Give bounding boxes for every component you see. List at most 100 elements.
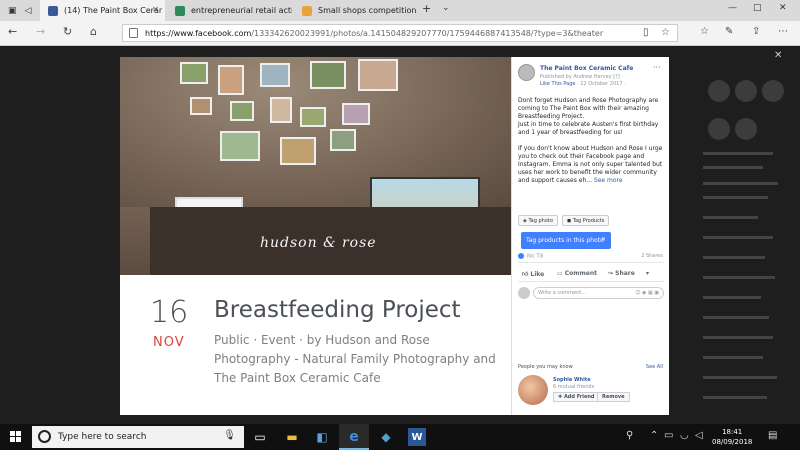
comment-button[interactable]: ▭ Comment <box>557 270 597 277</box>
post-panel: The Paint Box Ceramic Cafe Published by … <box>511 57 669 415</box>
page-avatar[interactable] <box>518 64 535 81</box>
post-options-icon[interactable]: ··· <box>653 63 661 72</box>
see-all-link[interactable]: See All <box>646 364 663 370</box>
tooltip-text: Tag products in this photo <box>526 237 604 244</box>
mutual-friends: 6 mutual friends <box>553 384 595 390</box>
clock-date: 08/09/2018 <box>712 438 753 446</box>
favorite-star-icon[interactable]: ☆ <box>661 27 670 38</box>
liker-name: Nic Till <box>527 253 544 260</box>
refresh-icon[interactable]: ↻ <box>63 25 72 38</box>
page-favicon-icon <box>302 5 312 16</box>
edge-icon[interactable]: e <box>345 428 363 446</box>
tab-small-shops[interactable]: Small shops competition - I <box>294 0 419 21</box>
file-explorer-icon[interactable]: ▬ <box>283 428 301 446</box>
url-field[interactable]: https://www.facebook.com/133342620023991… <box>122 24 678 42</box>
store-icon[interactable]: ◧ <box>313 428 331 446</box>
event-subtitle: Public · Event · by Hudson and Rose Phot… <box>214 333 496 385</box>
new-tab-icon[interactable]: + <box>422 2 431 15</box>
see-more-link[interactable]: See more <box>594 177 623 184</box>
like-button[interactable]: 👍︎ Like <box>522 270 544 278</box>
tab-entrepreneurial[interactable]: entrepreneurial retail activit <box>167 0 292 21</box>
event-day: 16 <box>150 295 189 330</box>
facebook-favicon-icon <box>48 5 58 16</box>
post-meta: Like This Page · 22 October 2017 · <box>540 81 626 87</box>
like-reaction-icon <box>518 253 524 259</box>
remove-button[interactable]: Remove <box>597 392 630 402</box>
tag-products-tooltip: Tag products in this photo ✕ <box>521 232 611 249</box>
microphone-icon[interactable]: 🎙︎ <box>223 430 236 441</box>
forward-icon[interactable]: → <box>36 25 45 38</box>
tab-bar: ▣ ◁ (14) The Paint Box Cerar ✕ entrepren… <box>0 0 800 21</box>
commenter-avatar <box>518 287 530 299</box>
tab-facebook[interactable]: (14) The Paint Box Cerar ✕ <box>40 0 165 21</box>
tab-label: entrepreneurial retail activit <box>191 6 292 15</box>
event-info: 16 NOV Breastfeeding Project Public · Ev… <box>120 275 511 415</box>
suggested-friend-name[interactable]: Sophie White <box>553 377 591 383</box>
word-icon[interactable]: W <box>408 428 426 446</box>
people-icon[interactable]: ⚲ <box>626 430 633 441</box>
minimize-icon[interactable]: — <box>728 3 737 13</box>
comment-placeholder: Write a comment... <box>538 290 586 296</box>
maximize-icon[interactable]: □ <box>753 3 762 13</box>
post-body: Dont forget Hudson and Rose Photography … <box>518 97 663 184</box>
tab-preview-icon[interactable]: ◁ <box>25 6 32 16</box>
event-title[interactable]: Breastfeeding Project <box>214 297 461 323</box>
tag-products-button[interactable]: ◼ Tag Products <box>562 215 610 226</box>
comment-attach-icons[interactable]: ☺ ◉ ▦ ▣ <box>635 290 659 296</box>
favorites-hub-icon[interactable]: ☆ <box>700 26 709 37</box>
task-view-icon[interactable]: ▭ <box>251 428 269 446</box>
tab-label: (14) The Paint Box Cerar <box>64 6 163 15</box>
post-text: Dont forget Hudson and Rose Photography … <box>518 97 664 185</box>
more-icon[interactable]: ⋯ <box>778 26 788 37</box>
add-friend-label: Add Friend <box>563 394 595 400</box>
cortana-icon[interactable] <box>38 430 51 443</box>
tag-products-label: Tag Products <box>572 217 605 224</box>
photo-viewer: hudson & rose 16 NOV Breastfeeding Proje… <box>120 57 669 415</box>
close-tab-icon[interactable]: ✕ <box>152 5 159 14</box>
home-icon[interactable]: ⌂ <box>90 25 97 38</box>
clock-time: 18:41 <box>722 428 743 436</box>
close-tooltip-icon[interactable]: ✕ <box>601 236 606 243</box>
shield-icon[interactable]: ◆ <box>377 428 395 446</box>
thumbs-up-icon: 👍︎ <box>522 271 529 278</box>
page-name[interactable]: The Paint Box Ceramic Cafe <box>540 65 633 72</box>
tab-set-aside-icon[interactable]: ▣ <box>8 6 17 16</box>
share-icon[interactable]: ⇪ <box>752 26 760 37</box>
bing-favicon-icon <box>175 5 185 16</box>
event-month: NOV <box>153 335 185 350</box>
tab-actions[interactable]: ▣ ◁ <box>0 0 36 21</box>
suggested-friend-avatar[interactable] <box>518 375 548 405</box>
address-bar-row: ← → ↻ ⌂ https://www.facebook.com/1333426… <box>0 21 800 46</box>
comment-input[interactable]: Write a comment... ☺ ◉ ▦ ▣ <box>533 287 664 299</box>
event-photo[interactable]: hudson & rose <box>120 57 511 275</box>
comment-icon: ▭ <box>557 270 563 277</box>
close-window-icon[interactable]: ✕ <box>779 3 787 13</box>
reading-view-icon[interactable]: ▯ <box>643 27 649 38</box>
taskbar: Type here to search 🎙︎ ▭ ▬ ◧ e ◆ W ⚲ ⌃ ▭… <box>0 424 800 450</box>
reaction-selector[interactable]: ▾ <box>646 270 649 277</box>
tab-label: Small shops competition - I <box>318 6 419 15</box>
url-domain: https://www.facebook.com <box>145 28 252 38</box>
battery-icon[interactable]: ▭ <box>664 430 673 441</box>
like-label: Like <box>530 271 545 278</box>
like-page-link[interactable]: Like This Page <box>540 81 575 87</box>
url-path: /133342620023991/photos/a.14150482920777… <box>251 28 604 38</box>
notifications-icon[interactable]: ▤ <box>768 430 777 441</box>
notes-icon[interactable]: ✎ <box>725 26 733 37</box>
clock[interactable]: 18:41 08/09/2018 <box>712 427 752 447</box>
network-icon[interactable]: ◡ <box>680 430 689 441</box>
like-summary[interactable]: Nic Till <box>518 253 544 260</box>
close-theater-icon[interactable]: ✕ <box>774 50 782 61</box>
tag-photo-button[interactable]: ◈ Tag photo <box>518 215 558 226</box>
volume-icon[interactable]: ◁ <box>695 430 703 441</box>
tray-chevron-icon[interactable]: ⌃ <box>650 430 658 441</box>
share-count[interactable]: 2 Shares <box>641 253 663 259</box>
share-button[interactable]: ↪ Share <box>608 270 635 277</box>
pymk-title: People you may know <box>518 364 573 370</box>
windows-start-icon[interactable] <box>10 431 22 443</box>
back-icon[interactable]: ← <box>8 25 17 38</box>
taskbar-search[interactable]: Type here to search 🎙︎ <box>32 426 244 448</box>
tab-dropdown-icon[interactable]: ⌄ <box>442 3 450 13</box>
add-friend-button[interactable]: ✚ Add Friend <box>553 392 600 402</box>
published-by: Published by Andrew Harvey [?] · <box>540 74 624 80</box>
